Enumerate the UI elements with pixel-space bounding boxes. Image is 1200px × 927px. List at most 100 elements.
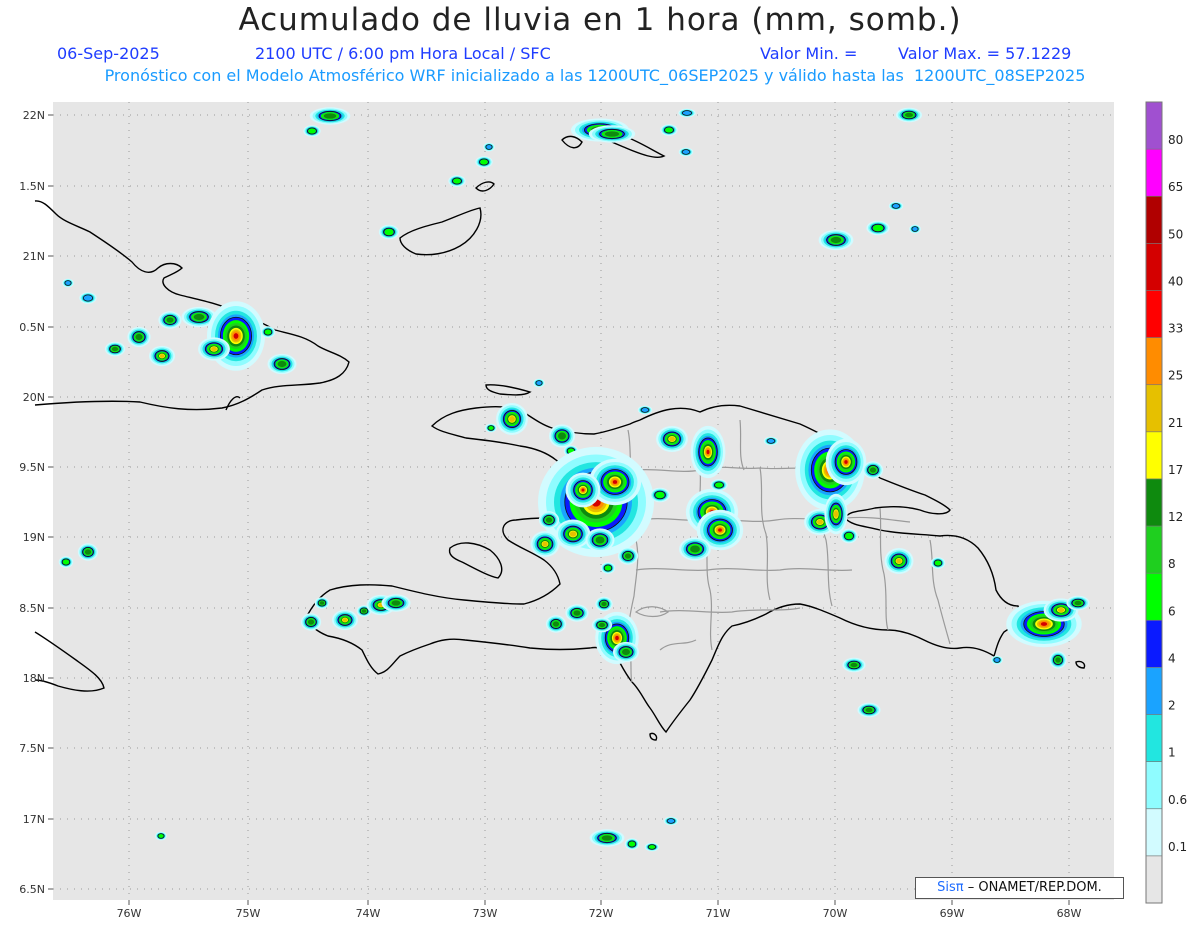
- rain-contour: [488, 426, 494, 430]
- colorbar-segment: [1146, 196, 1162, 244]
- colorbar-label: 8: [1168, 557, 1176, 571]
- colorbar-segment: [1146, 573, 1162, 621]
- rain-contour: [1057, 607, 1065, 613]
- lon-tick-label: 76W: [117, 907, 142, 920]
- rainfall-map: 22N 1.5N 21N 0.5N 20N 9.5N 19N 8.5N 18N 7.5N 17N 6.…: [19, 101, 1187, 920]
- lat-tick-label: 18N: [23, 672, 45, 685]
- colorbar-segment: [1146, 714, 1162, 763]
- lon-tick-label: 72W: [589, 907, 614, 920]
- lon-tick-label: 73W: [473, 907, 498, 920]
- rain-contour: [612, 480, 618, 484]
- rain-contour: [391, 600, 401, 606]
- rain-contour: [552, 621, 560, 627]
- rain-contour: [1074, 600, 1082, 606]
- rain-contour: [833, 510, 839, 518]
- rain-contour: [453, 178, 461, 184]
- colorbar-label: 2: [1168, 699, 1176, 713]
- lon-tick-label: 69W: [940, 907, 965, 920]
- rain-contour: [648, 845, 656, 849]
- colorbar-segment: [1146, 808, 1162, 857]
- lat-tick-label: 21N: [23, 250, 45, 263]
- colorbar-segment: [1146, 620, 1162, 668]
- colorbar-segment: [1146, 102, 1162, 150]
- lon-tick-label: 74W: [356, 907, 381, 920]
- rain-contour: [869, 467, 877, 473]
- rain-contour: [690, 545, 700, 553]
- colorbar-label: 1: [1168, 746, 1176, 760]
- rain-contour: [558, 432, 566, 440]
- rain-contour: [622, 648, 630, 656]
- lat-tick-label: 22N: [23, 109, 45, 122]
- rain-contour: [865, 707, 873, 713]
- rain-contour: [872, 224, 884, 232]
- rain-contour: [509, 416, 515, 422]
- colorbar-label: 4: [1168, 651, 1176, 665]
- rain-contour: [84, 549, 92, 555]
- rain-contour: [542, 541, 548, 547]
- rain-contour: [604, 565, 612, 571]
- rain-contour: [111, 346, 119, 352]
- colorbar-label: 65: [1168, 180, 1183, 194]
- lat-tick-label: 0.5N: [19, 321, 45, 334]
- colorbar-segment: [1146, 667, 1162, 715]
- rain-contour: [601, 835, 613, 841]
- rain-contour: [706, 449, 710, 455]
- colorbar: 0.10.612468121721253340506580: [1145, 101, 1187, 904]
- rain-contour: [384, 228, 394, 236]
- colorbar-segment: [1146, 855, 1162, 904]
- rain-contour: [307, 619, 315, 625]
- lon-tick-label: 70W: [823, 907, 848, 920]
- colorbar-segment: [1146, 243, 1162, 291]
- rain-contour: [264, 329, 272, 335]
- rain-contour: [1040, 622, 1048, 626]
- colorbar-label: 0.1: [1168, 840, 1187, 854]
- colorbar-label: 40: [1168, 274, 1183, 288]
- rain-contour: [233, 333, 239, 339]
- colorbar-label: 33: [1168, 322, 1183, 336]
- colorbar-label: 21: [1168, 416, 1183, 430]
- rain-contour: [896, 558, 902, 564]
- rain-contour: [361, 609, 367, 613]
- rain-contour: [1055, 657, 1061, 663]
- colorbar-segment: [1146, 478, 1162, 527]
- rain-contour: [934, 560, 942, 566]
- colorbar-segment: [1146, 384, 1162, 433]
- lon-tick-label: 71W: [706, 907, 731, 920]
- colorbar-label: 25: [1168, 369, 1183, 383]
- rain-contour: [82, 294, 94, 302]
- colorbar-segment: [1146, 337, 1162, 386]
- rain-contour: [159, 354, 165, 358]
- colorbar-label: 17: [1168, 463, 1183, 477]
- rain-contour: [628, 841, 636, 847]
- rain-contour: [595, 536, 605, 544]
- credit-box: Sisπ – ONAMET/REP.DOM.: [915, 877, 1124, 899]
- rain-contour: [845, 532, 853, 540]
- rain-contour: [480, 159, 488, 165]
- rain-contour: [569, 531, 577, 537]
- rain-contour: [604, 131, 620, 137]
- colorbar-label: 0.6: [1168, 793, 1187, 807]
- colorbar-segment: [1146, 526, 1162, 574]
- rain-contour: [615, 635, 619, 641]
- rain-contour: [715, 482, 723, 488]
- rain-contour: [135, 333, 143, 341]
- lat-tick-label: 6.5N: [19, 883, 45, 896]
- rain-contour: [308, 128, 316, 134]
- colorbar-segment: [1146, 149, 1162, 197]
- rain-contour: [166, 317, 174, 323]
- lat-tick-label: 19N: [23, 531, 45, 544]
- rain-contour: [158, 834, 164, 838]
- rain-contour: [342, 618, 348, 622]
- rain-contour: [193, 313, 205, 321]
- rain-contour: [624, 553, 632, 559]
- colorbar-label: 80: [1168, 133, 1183, 147]
- lat-tick-label: 8.5N: [19, 602, 45, 615]
- rain-contour: [905, 112, 913, 118]
- credit-text: – ONAMET/REP.DOM.: [967, 880, 1102, 895]
- rain-contour: [581, 488, 585, 492]
- lat-tick-label: 1.5N: [19, 180, 45, 193]
- rain-contour: [319, 601, 325, 605]
- colorbar-segment: [1146, 761, 1162, 810]
- rain-contour: [665, 127, 673, 133]
- rain-contour: [62, 559, 70, 565]
